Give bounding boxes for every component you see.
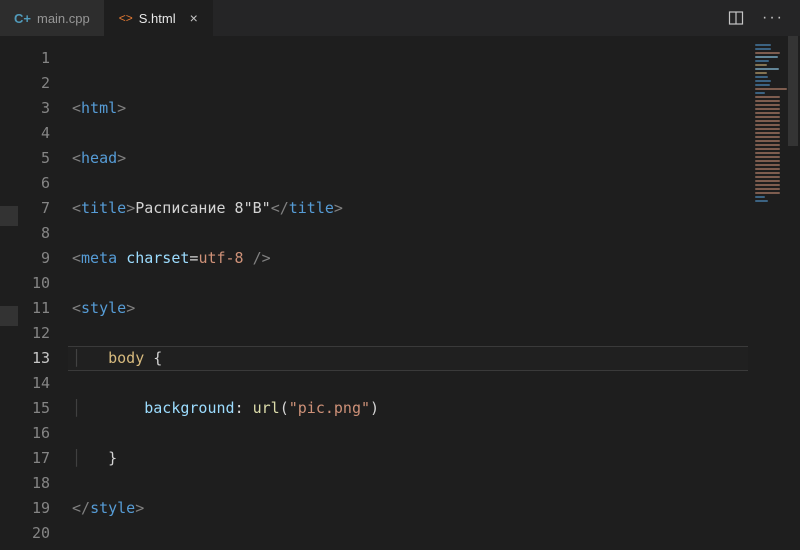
editor: 1 2 3 4 5 6 7 8 9 10 11 12 13 14 15 16 1… <box>0 36 800 550</box>
line-number: 12 <box>18 321 50 346</box>
code-line: <title>Расписание 8"В"</title> <box>72 196 748 221</box>
line-number-gutter: 1 2 3 4 5 6 7 8 9 10 11 12 13 14 15 16 1… <box>18 36 68 550</box>
glyph-margin <box>0 36 18 550</box>
code-line: │ } <box>72 446 748 471</box>
code-line: <meta charset=utf-8 /> <box>72 246 748 271</box>
current-line-highlight <box>68 346 748 371</box>
scrollbar-thumb[interactable] <box>788 36 798 146</box>
line-number: 16 <box>18 421 50 446</box>
tab-actions: ··· <box>728 0 800 36</box>
tab-label: main.cpp <box>37 11 90 26</box>
line-number: 14 <box>18 371 50 396</box>
line-number: 9 <box>18 246 50 271</box>
code-line: </head> <box>72 546 748 550</box>
tab-label: S.html <box>139 11 176 26</box>
line-number: 8 <box>18 221 50 246</box>
vertical-scrollbar[interactable] <box>786 36 800 550</box>
tab-bar: C+ main.cpp <> S.html × ··· <box>0 0 800 36</box>
line-number: 19 <box>18 496 50 521</box>
tab-s-html[interactable]: <> S.html × <box>105 0 213 36</box>
code-line: <style> <box>72 296 748 321</box>
line-number: 4 <box>18 121 50 146</box>
line-number: 3 <box>18 96 50 121</box>
line-number: 2 <box>18 71 50 96</box>
tab-main-cpp[interactable]: C+ main.cpp <box>0 0 105 36</box>
code-area[interactable]: <html> <head> <title>Расписание 8"В"</ti… <box>68 36 748 550</box>
gutter-decorations <box>0 36 18 550</box>
line-number: 18 <box>18 471 50 496</box>
split-editor-icon[interactable] <box>728 10 744 26</box>
cpp-file-icon: C+ <box>14 11 31 26</box>
line-number: 5 <box>18 146 50 171</box>
line-number: 1 <box>18 46 50 71</box>
code-line: │ background: url("pic.png") <box>72 396 748 421</box>
more-icon[interactable]: ··· <box>762 9 784 27</box>
html-file-icon: <> <box>119 11 133 25</box>
line-number: 20 <box>18 521 50 546</box>
line-number: 17 <box>18 446 50 471</box>
line-number: 10 <box>18 271 50 296</box>
line-number: 11 <box>18 296 50 321</box>
line-number: 6 <box>18 171 50 196</box>
close-icon[interactable]: × <box>190 10 198 26</box>
line-number: 7 <box>18 196 50 221</box>
line-number: 13 <box>18 346 50 371</box>
line-number: 15 <box>18 396 50 421</box>
code-line: </style> <box>72 496 748 521</box>
code-line: <html> <box>72 96 748 121</box>
code-line: <head> <box>72 146 748 171</box>
